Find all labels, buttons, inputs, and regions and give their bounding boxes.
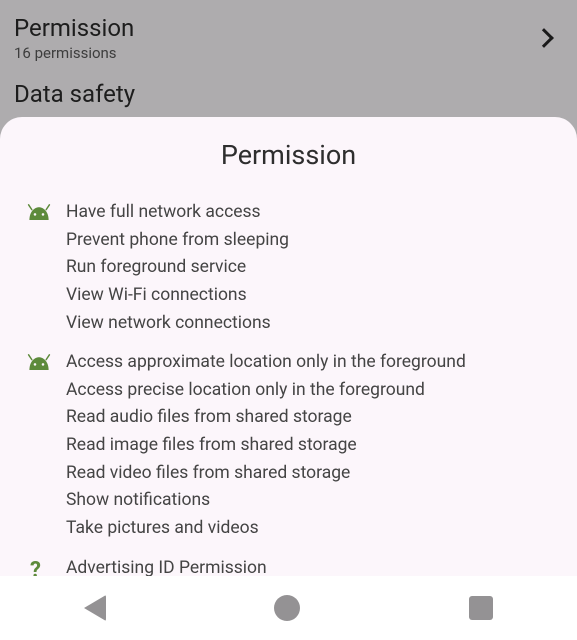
permission-row[interactable]: Permission 16 permissions [14, 14, 563, 62]
permission-bottom-sheet: Permission Have full network access Preve… [0, 117, 577, 640]
nav-back-button[interactable] [84, 595, 106, 621]
system-nav-bar [0, 576, 577, 640]
permission-line: View Wi-Fi connections [66, 284, 289, 308]
permission-group: Access approximate location only in the … [26, 351, 551, 540]
permission-line: Prevent phone from sleeping [66, 229, 289, 253]
data-safety-row[interactable]: Data safety [14, 80, 563, 110]
android-icon [26, 204, 52, 220]
permission-row-subtitle: 16 permissions [14, 44, 134, 62]
permission-lines: Have full network access Prevent phone fr… [66, 201, 289, 335]
data-safety-row-title: Data safety [14, 80, 135, 108]
permission-lines: Access approximate location only in the … [66, 351, 466, 540]
android-icon [26, 201, 66, 335]
background-list: Permission 16 permissions Data safety [0, 0, 577, 110]
permission-line: Access approximate location only in the … [66, 351, 466, 375]
nav-recent-button[interactable] [469, 596, 493, 620]
permission-line: Access precise location only in the fore… [66, 379, 466, 403]
permission-line: Read video files from shared storage [66, 462, 466, 486]
sheet-title: Permission [26, 139, 551, 171]
android-icon [26, 354, 52, 370]
permission-line: Take pictures and videos [66, 517, 466, 541]
permission-line: Read audio files from shared storage [66, 406, 466, 430]
android-icon [26, 351, 66, 540]
chevron-right-icon [534, 28, 554, 48]
permission-line: Run foreground service [66, 256, 289, 280]
permission-group: Have full network access Prevent phone fr… [26, 201, 551, 335]
permission-row-title: Permission [14, 14, 134, 42]
permission-line: View network connections [66, 312, 289, 336]
nav-home-button[interactable] [274, 595, 300, 621]
permission-line: Show notifications [66, 489, 466, 513]
permission-line: Read image files from shared storage [66, 434, 466, 458]
permission-line: Have full network access [66, 201, 289, 225]
